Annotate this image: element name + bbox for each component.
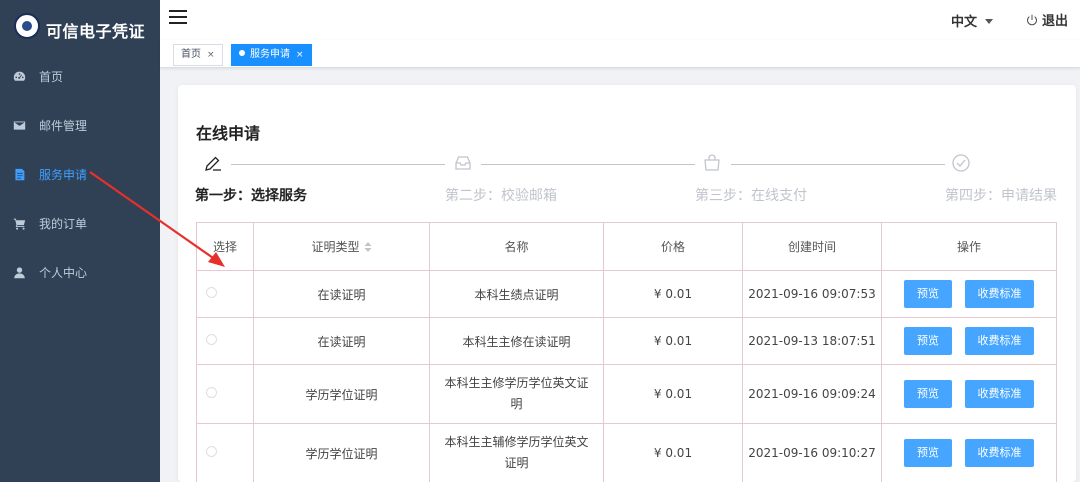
- fee-standard-button[interactable]: 收费标准: [965, 327, 1034, 355]
- pencil-icon: [205, 156, 221, 171]
- service-table: 选择 证明类型 名称 价格 创建时间 操作 在读证明 本科生绩点证明 ¥ 0.0…: [196, 222, 1057, 482]
- table-row: 学历学位证明 本科生主辅修学历学位英文证明 ¥ 0.01 2021-09-16 …: [196, 423, 1057, 482]
- row-select-radio[interactable]: [206, 334, 217, 345]
- sidebar-item-orders[interactable]: 我的订单: [0, 199, 160, 248]
- fee-standard-button[interactable]: 收费标准: [965, 439, 1034, 467]
- close-icon[interactable]: ×: [207, 50, 215, 60]
- column-header-type[interactable]: 证明类型: [253, 222, 430, 271]
- cell-type: 学历学位证明: [253, 423, 430, 482]
- column-header-price: 价格: [603, 222, 743, 271]
- column-header-select: 选择: [196, 222, 254, 271]
- column-header-type-label: 证明类型: [311, 240, 360, 254]
- sidebar-item-home[interactable]: 首页: [0, 52, 160, 101]
- close-icon[interactable]: ×: [296, 50, 304, 60]
- sidebar-item-label: 邮件管理: [39, 119, 88, 133]
- tags-view: 首页 × 服务申请 ×: [160, 40, 1080, 68]
- cell-name: 本科生主修在读证明: [429, 317, 604, 365]
- tag-service[interactable]: 服务申请 ×: [231, 44, 312, 66]
- sidebar-item-profile[interactable]: 个人中心: [0, 248, 160, 297]
- dashboard-icon: [12, 70, 26, 84]
- table-row: 学历学位证明 本科生主修学历学位英文证明 ¥ 0.01 2021-09-16 0…: [196, 364, 1057, 424]
- language-label: 中文: [951, 15, 978, 30]
- cell-name: 本科生主修学历学位英文证明: [429, 364, 604, 424]
- preview-button[interactable]: 预览: [904, 439, 952, 467]
- topbar: 中文 退出: [160, 0, 1080, 40]
- brand-title: 可信电子凭证: [46, 22, 146, 41]
- step-connector: [231, 164, 445, 165]
- preview-button[interactable]: 预览: [904, 380, 952, 408]
- step-4-label: 第四步：申请结果: [945, 188, 1057, 204]
- sidebar-item-label: 我的订单: [39, 217, 88, 231]
- cell-price: ¥ 0.01: [603, 423, 743, 482]
- logo-icon: [14, 13, 40, 39]
- column-header-name: 名称: [429, 222, 604, 271]
- power-icon: [1027, 14, 1037, 25]
- column-header-actions: 操作: [881, 222, 1057, 271]
- tag-label: 服务申请: [250, 49, 290, 60]
- preview-button[interactable]: 预览: [904, 327, 952, 355]
- sidebar: 可信电子凭证 首页 邮件管理 服务申请 我的订单 个人中心: [0, 0, 160, 482]
- fee-standard-button[interactable]: 收费标准: [965, 280, 1034, 308]
- user-icon: [12, 266, 26, 280]
- table-header-row: 选择 证明类型 名称 价格 创建时间 操作: [196, 222, 1057, 271]
- cell-type: 在读证明: [253, 270, 430, 318]
- shopping-bag-icon: [704, 154, 720, 171]
- fee-standard-button[interactable]: 收费标准: [965, 380, 1034, 408]
- brand: 可信电子凭证: [0, 0, 160, 52]
- table-row: 在读证明 本科生绩点证明 ¥ 0.01 2021-09-16 09:07:53 …: [196, 270, 1057, 318]
- cell-price: ¥ 0.01: [603, 364, 743, 424]
- cart-icon: [12, 217, 26, 231]
- cell-name: 本科生主辅修学历学位英文证明: [429, 423, 604, 482]
- cell-created: 2021-09-16 09:10:27: [742, 423, 882, 482]
- active-dot-icon: [239, 50, 245, 56]
- step-3-label: 第三步：在线支付: [695, 188, 807, 204]
- cell-type: 学历学位证明: [253, 364, 430, 424]
- tag-home[interactable]: 首页 ×: [173, 44, 223, 66]
- sidebar-item-label: 服务申请: [39, 168, 88, 182]
- inbox-icon: [455, 156, 471, 170]
- cell-created: 2021-09-16 09:07:53: [742, 270, 882, 318]
- cell-created: 2021-09-13 18:07:51: [742, 317, 882, 365]
- cell-price: ¥ 0.01: [603, 270, 743, 318]
- table-row: 在读证明 本科生主修在读证明 ¥ 0.01 2021-09-13 18:07:5…: [196, 317, 1057, 365]
- hamburger-icon[interactable]: [169, 10, 187, 24]
- logout-label: 退出: [1042, 14, 1069, 29]
- step-connector: [731, 164, 945, 165]
- column-header-created: 创建时间: [742, 222, 882, 271]
- sort-icon[interactable]: [364, 242, 372, 252]
- check-circle-icon: [952, 154, 970, 172]
- tag-label: 首页: [181, 49, 201, 60]
- row-select-radio[interactable]: [206, 446, 217, 457]
- sidebar-item-label: 个人中心: [39, 266, 88, 280]
- main-card: 在线申请 第一步：选择服务 第二步：校验邮箱 第三步：在线支付 第四步：申请结果…: [178, 85, 1076, 482]
- step-connector: [481, 164, 695, 165]
- sidebar-item-service[interactable]: 服务申请: [0, 150, 160, 199]
- cell-created: 2021-09-16 09:09:24: [742, 364, 882, 424]
- sidebar-item-label: 首页: [39, 70, 64, 84]
- preview-button[interactable]: 预览: [904, 280, 952, 308]
- step-2-label: 第二步：校验邮箱: [445, 188, 557, 204]
- cell-name: 本科生绩点证明: [429, 270, 604, 318]
- sidebar-item-mail[interactable]: 邮件管理: [0, 101, 160, 150]
- row-select-radio[interactable]: [206, 387, 217, 398]
- caret-down-icon: [985, 19, 994, 24]
- cell-price: ¥ 0.01: [603, 317, 743, 365]
- logout-button[interactable]: 退出: [1026, 10, 1068, 29]
- page-title: 在线申请: [196, 124, 261, 143]
- language-dropdown[interactable]: 中文: [951, 11, 994, 30]
- row-select-radio[interactable]: [206, 287, 217, 298]
- envelope-icon: [12, 119, 26, 133]
- document-icon: [12, 168, 26, 182]
- cell-type: 在读证明: [253, 317, 430, 365]
- step-1-label: 第一步：选择服务: [195, 188, 307, 204]
